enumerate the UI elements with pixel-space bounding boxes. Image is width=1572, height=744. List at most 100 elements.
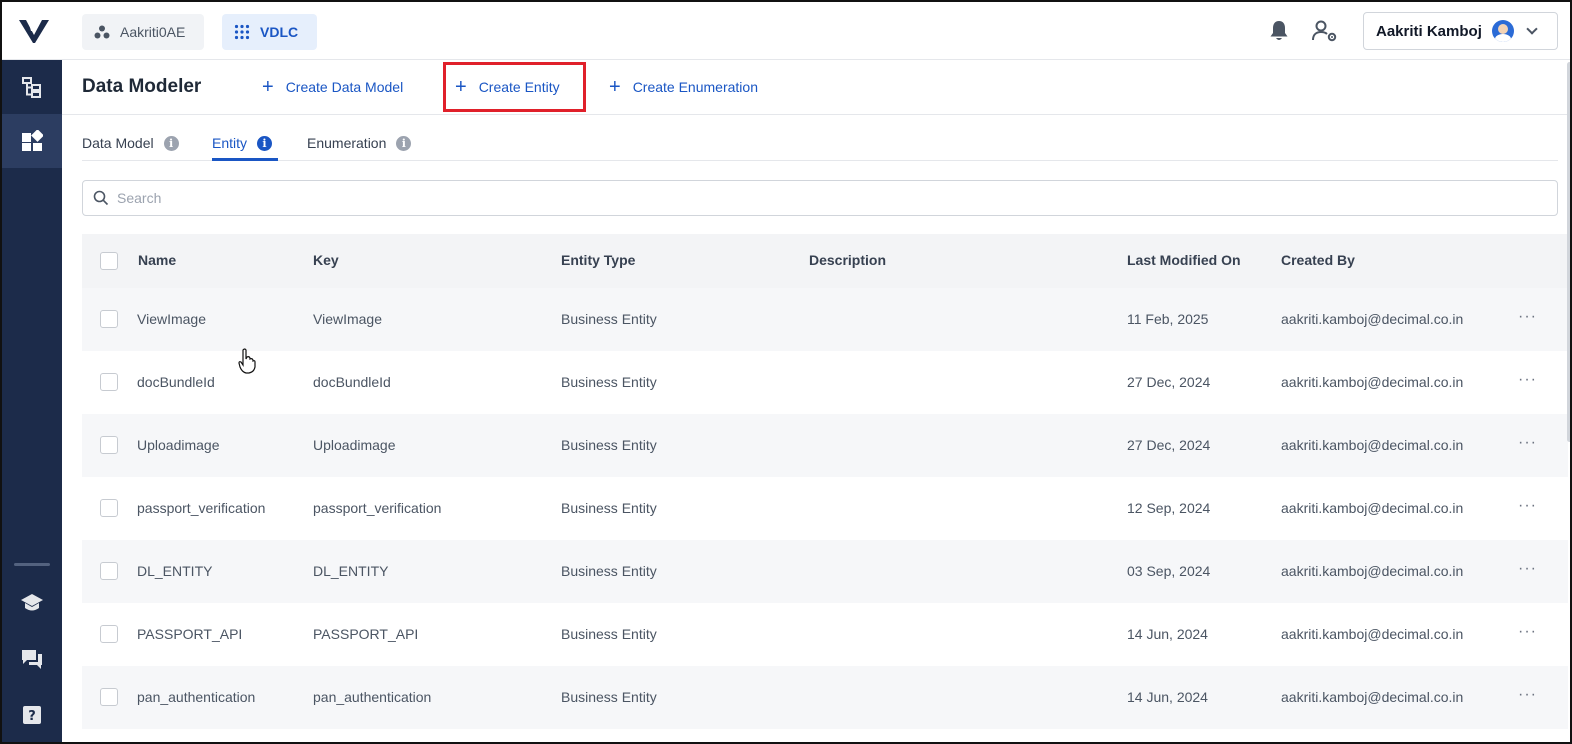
table-row[interactable]: passport_verification passport_verificat…: [82, 477, 1568, 540]
cell-created-by: aakriti.kamboj@decimal.co.in: [1281, 689, 1464, 705]
cell-created-by: aakriti.kamboj@decimal.co.in: [1281, 500, 1464, 516]
sidebar-item-help[interactable]: ?: [2, 688, 62, 742]
row-checkbox[interactable]: [100, 499, 118, 517]
table-row[interactable]: DL_ENTITY DL_ENTITY Business Entity 03 S…: [82, 540, 1568, 603]
workspace-org-chip[interactable]: Aakriti0AE: [82, 14, 204, 50]
cell-entity-type: Business Entity: [561, 563, 657, 579]
table-header: Name Key Entity Type Description Last Mo…: [82, 234, 1568, 288]
create-data-model-label: Create Data Model: [285, 79, 404, 95]
table-row[interactable]: ViewImage ViewImage Business Entity 11 F…: [82, 288, 1568, 351]
column-header-description[interactable]: Description: [809, 252, 886, 268]
page-scrollbar[interactable]: [1567, 62, 1570, 442]
column-header-name[interactable]: Name: [138, 252, 176, 268]
plus-icon: +: [609, 76, 621, 98]
column-header-created-by[interactable]: Created By: [1281, 252, 1355, 268]
more-options-icon[interactable]: ···: [1518, 623, 1537, 641]
hierarchy-icon: [22, 77, 41, 98]
entity-table: Name Key Entity Type Description Last Mo…: [82, 234, 1568, 729]
row-checkbox[interactable]: [100, 562, 118, 580]
cell-created-by: aakriti.kamboj@decimal.co.in: [1281, 626, 1464, 642]
tab-entity[interactable]: Entity i: [212, 132, 273, 154]
column-header-last-modified[interactable]: Last Modified On: [1127, 252, 1241, 268]
sidebar-item-widgets[interactable]: [2, 114, 62, 168]
workspace-app-label: VDLC: [260, 24, 299, 40]
cell-key: docBundleId: [313, 374, 391, 390]
column-header-key[interactable]: Key: [313, 252, 339, 268]
table-row[interactable]: PASSPORT_API PASSPORT_API Business Entit…: [82, 603, 1568, 666]
user-management-button[interactable]: [1312, 18, 1338, 44]
search-icon: [93, 190, 109, 206]
sidebar-divider: [14, 563, 50, 566]
active-tab-indicator: [212, 158, 278, 161]
tab-enumeration[interactable]: Enumeration i: [307, 132, 412, 154]
chevron-down-icon: [1526, 23, 1538, 35]
cell-created-by: aakriti.kamboj@decimal.co.in: [1281, 437, 1464, 453]
user-menu[interactable]: Aakriti Kamboj: [1363, 12, 1558, 50]
cell-name[interactable]: pan_authentication: [137, 689, 255, 705]
cell-last-modified: 14 Jun, 2024: [1127, 626, 1208, 642]
create-enumeration-button[interactable]: + Create Enumeration: [609, 76, 758, 98]
row-checkbox[interactable]: [100, 688, 118, 706]
sidebar: ?: [2, 60, 62, 742]
more-options-icon[interactable]: ···: [1518, 371, 1537, 389]
cell-last-modified: 12 Sep, 2024: [1127, 500, 1211, 516]
cell-key: pan_authentication: [313, 689, 432, 705]
tab-enumeration-label: Enumeration: [307, 135, 387, 151]
workspace-app-chip[interactable]: VDLC: [222, 14, 317, 50]
column-header-entity-type[interactable]: Entity Type: [561, 252, 635, 268]
svg-text:?: ?: [28, 709, 36, 724]
widgets-icon: [22, 130, 43, 151]
sidebar-item-chat[interactable]: [2, 632, 62, 686]
app-window: Aakriti0AE VDLC Aakriti Kamboj ? Data Mo…: [0, 0, 1572, 744]
search-box: [82, 180, 1558, 216]
users-settings-icon: [1312, 20, 1337, 42]
user-name: Aakriti Kamboj: [1376, 22, 1482, 40]
sidebar-item-learning[interactable]: [2, 576, 62, 630]
row-checkbox[interactable]: [100, 373, 118, 391]
cell-last-modified: 27 Dec, 2024: [1127, 374, 1211, 390]
help-icon: ?: [23, 706, 41, 724]
create-enumeration-label: Create Enumeration: [632, 79, 758, 95]
more-options-icon[interactable]: ···: [1518, 560, 1537, 578]
more-options-icon[interactable]: ···: [1518, 686, 1537, 704]
cell-name[interactable]: PASSPORT_API: [137, 626, 242, 642]
cell-key: DL_ENTITY: [313, 563, 389, 579]
more-options-icon[interactable]: ···: [1518, 308, 1537, 326]
row-checkbox[interactable]: [100, 310, 118, 328]
tabs-divider: [82, 160, 1558, 161]
sidebar-item-hierarchy[interactable]: [2, 60, 62, 114]
table-body: ViewImage ViewImage Business Entity 11 F…: [82, 288, 1568, 729]
cell-entity-type: Business Entity: [561, 374, 657, 390]
info-icon[interactable]: i: [257, 135, 273, 151]
brand-logo[interactable]: [18, 18, 50, 44]
organization-icon: [94, 25, 110, 39]
plus-icon: +: [262, 76, 274, 98]
table-row[interactable]: pan_authentication pan_authentication Bu…: [82, 666, 1568, 729]
cell-name[interactable]: ViewImage: [137, 311, 206, 327]
cell-last-modified: 11 Feb, 2025: [1127, 311, 1209, 327]
notifications-button[interactable]: [1266, 18, 1292, 44]
more-options-icon[interactable]: ···: [1518, 434, 1537, 452]
cell-entity-type: Business Entity: [561, 311, 657, 327]
tab-data-model[interactable]: Data Model i: [82, 132, 179, 154]
info-icon[interactable]: i: [396, 135, 412, 151]
table-row[interactable]: docBundleId docBundleId Business Entity …: [82, 351, 1568, 414]
table-row[interactable]: Uploadimage Uploadimage Business Entity …: [82, 414, 1568, 477]
cell-created-by: aakriti.kamboj@decimal.co.in: [1281, 563, 1464, 579]
chat-icon: [22, 650, 42, 669]
row-checkbox[interactable]: [100, 436, 118, 454]
select-all-checkbox[interactable]: [100, 252, 118, 270]
cell-name[interactable]: passport_verification: [137, 500, 265, 516]
search-input[interactable]: [117, 190, 1517, 206]
cell-name[interactable]: DL_ENTITY: [137, 563, 212, 579]
cell-name[interactable]: docBundleId: [137, 374, 215, 390]
create-data-model-button[interactable]: + Create Data Model: [262, 76, 403, 98]
tab-data-model-label: Data Model: [82, 135, 154, 151]
more-options-icon[interactable]: ···: [1518, 497, 1537, 515]
cell-name[interactable]: Uploadimage: [137, 437, 220, 453]
cell-entity-type: Business Entity: [561, 689, 657, 705]
info-icon[interactable]: i: [163, 135, 179, 151]
row-checkbox[interactable]: [100, 625, 118, 643]
cell-key: PASSPORT_API: [313, 626, 419, 642]
hand-cursor-icon: [238, 348, 256, 374]
